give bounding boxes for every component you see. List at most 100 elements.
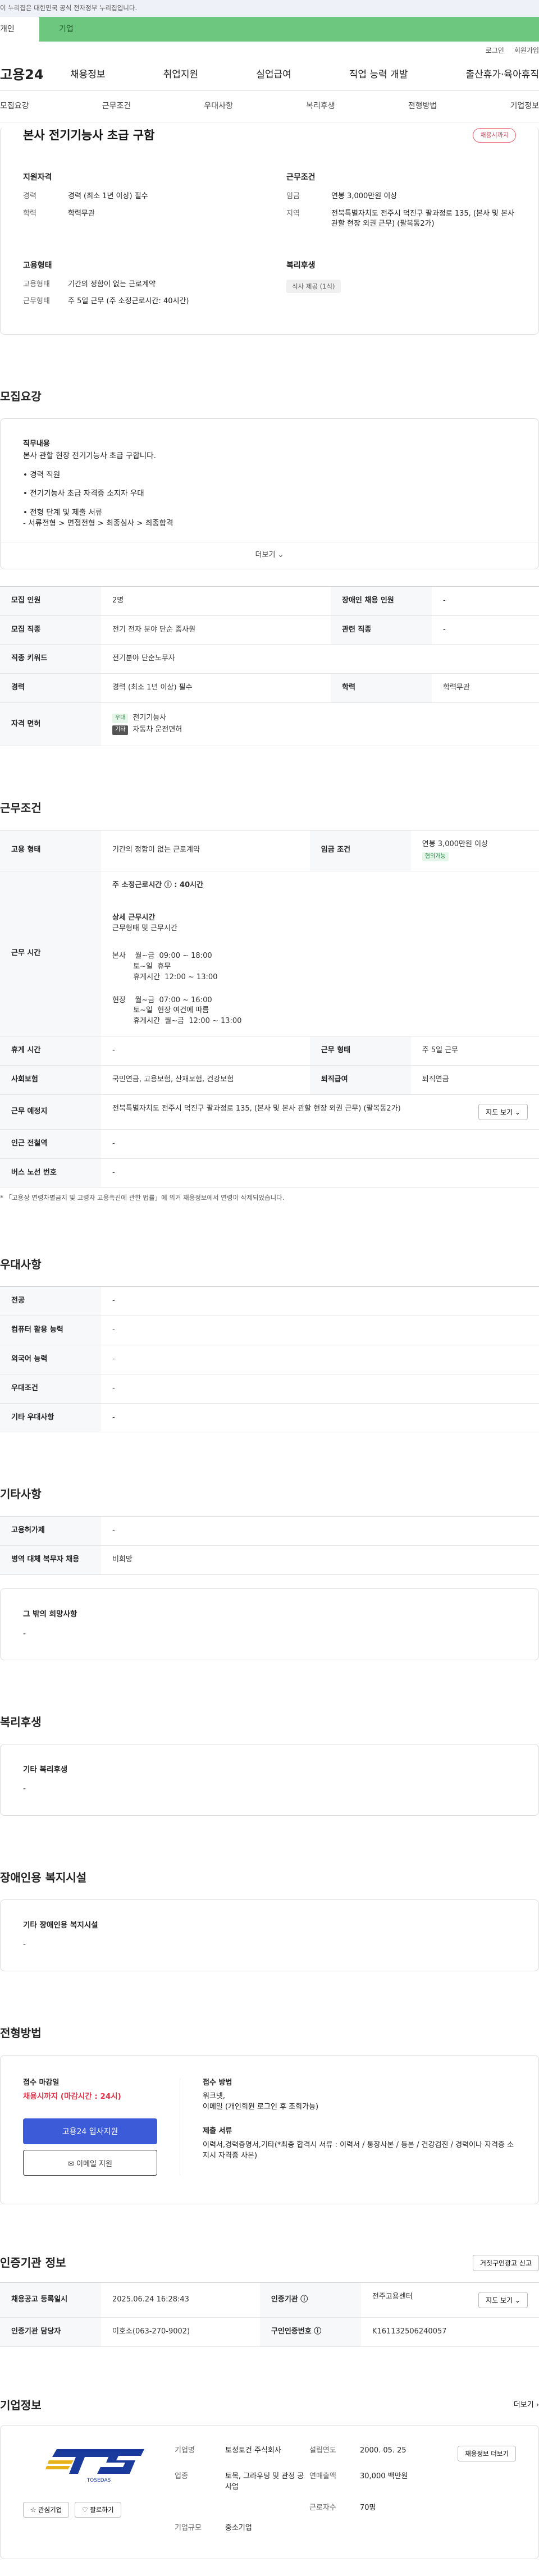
pref-table: 전공 - 컴퓨터 활용 능력 - 외국어 능력 - 우대조건 - 기타 우대사항 -: [0, 1286, 539, 1433]
section-nav-pref[interactable]: 우대사항: [204, 101, 233, 112]
menu-job-skills[interactable]: 직업 능력 개발: [349, 68, 408, 82]
table-row: 근무 시간 주 소정근로시간 ⓘ : 40시간 상세 근무시간 근무형태 및 근…: [0, 871, 539, 1037]
duty-line-1: • 경력 직원: [23, 470, 61, 479]
section-nav-work[interactable]: 근무조건: [102, 101, 131, 112]
headcount-value: 2명: [101, 586, 331, 616]
disabled-card: 기타 장애인용 복지시설 -: [0, 1899, 539, 1971]
table-row: 외국어 능력 -: [0, 1345, 539, 1374]
disabled-box-heading: 기타 장애인용 복지시설: [23, 1920, 98, 1930]
related-job-label: 관련 직종: [330, 615, 432, 645]
cert-no-label: 구인인증번호 ⓘ: [259, 2317, 361, 2347]
severance-value: 퇴직연금: [410, 1065, 539, 1095]
user-type-tabs: 개인 기업: [0, 17, 539, 42]
duty-line-2: • 전기기능사 초급 자격증 소지자 우대: [23, 489, 144, 499]
detail-line: 본사 월~금 09:00 ~ 18:00: [112, 952, 212, 961]
career-value: 경력 (최소 1년 이상) 필수: [101, 673, 331, 704]
online-apply-button[interactable]: 고용24 입사지원: [23, 2118, 157, 2145]
menu-employment-support[interactable]: 취업지원: [163, 68, 199, 82]
work-section-title: 근무조건: [0, 801, 42, 815]
table-row: 경력 경력 (최소 1년 이상) 필수 학력 학력무관: [0, 673, 539, 704]
signup-link[interactable]: 회원가입: [514, 46, 539, 60]
section-nav-apply[interactable]: 전형방법: [408, 101, 437, 112]
section-nav-company[interactable]: 기업정보: [510, 101, 539, 112]
table-row: 고용 형태 기간의 정함이 없는 근로계약 임금 조건 연봉 3,000만원 이…: [0, 830, 539, 871]
career-label: 경력: [0, 673, 101, 704]
menu-maternity-leave[interactable]: 출산휴가·육아휴직: [465, 68, 539, 82]
severance-label: 퇴직급여: [309, 1065, 411, 1095]
company-card: TOSEDAS ☆ 관심기업 ♡ 팔로하기 기업명 토성토건 주식회사 설립연도…: [0, 2424, 539, 2560]
report-fake-ad-button[interactable]: 거짓구인광고 신고: [472, 2255, 539, 2272]
summary-wage-label: 임금: [286, 191, 300, 200]
site-logo[interactable]: 고용24: [0, 65, 70, 85]
rest-value: -: [101, 1036, 310, 1066]
summary-wage-value: 연봉 3,000만원 이상: [331, 191, 398, 200]
work-table: 고용 형태 기간의 정함이 없는 근로계약 임금 조건 연봉 3,000만원 이…: [0, 829, 539, 1188]
table-row: 사회보험 국민연금, 고용보험, 산재보험, 건강보험 퇴직급여 퇴직연금: [0, 1065, 539, 1095]
sales-value: 30,000 백만원: [360, 2472, 408, 2481]
map-view-button[interactable]: 지도 보기 ⌄: [478, 1103, 528, 1120]
job-title: 본사 전기기능사 초급 구함: [23, 129, 155, 142]
cert-section-title: 인증기관 정보: [0, 2256, 66, 2270]
table-row: 전공 -: [0, 1286, 539, 1316]
major-value: -: [101, 1286, 539, 1316]
language-value: -: [101, 1345, 539, 1374]
apply-card: 접수 마감일 채용시까지 (마감시간 : 24시) 고용24 입사지원 ✉ 이메…: [0, 2054, 539, 2205]
cert-org-value: 전주고용센터: [372, 2292, 413, 2301]
welfare-card: 기타 복리후생 -: [0, 1743, 539, 1816]
tab-company[interactable]: 기업: [39, 17, 539, 42]
pref-etc-value: -: [101, 1403, 539, 1433]
cert-map-button[interactable]: 지도 보기 ⌄: [478, 2292, 528, 2309]
table-row: 고용허가제 -: [0, 1516, 539, 1546]
follow-company-button[interactable]: ♡ 팔로하기: [75, 2502, 121, 2518]
summary-edu-value: 학력무관: [68, 209, 95, 218]
company-more-link[interactable]: 더보기 ›: [514, 2400, 539, 2411]
apply-section-title: 전형방법: [0, 2026, 42, 2040]
rest-label: 휴게 시간: [0, 1036, 101, 1066]
hope-value: -: [23, 1629, 26, 1638]
detail-line: 휴게시간 12:00 ~ 13:00: [112, 972, 218, 981]
recruit-section-title: 모집요강: [0, 390, 42, 404]
reg-date-label: 채용공고 등록일시: [0, 2282, 101, 2318]
company-section-title: 기업정보: [0, 2398, 42, 2412]
docs-value: 이력서,경력증명서,기타(*최종 합격시 서류 : 이력서 / 통장사본 / 등…: [203, 2141, 514, 2160]
favorite-company-button[interactable]: ☆ 관심기업: [23, 2502, 70, 2518]
work-address-value: 전북특별자치도 전주시 덕진구 팔과정로 135, (본사 및 본사 관할 현장…: [112, 1104, 401, 1113]
keyword-value: 전기분야 단순노무자: [101, 644, 539, 674]
grid-spacer: [225, 2503, 309, 2514]
emp-type-value: 기간의 정함이 없는 근로계약: [101, 830, 310, 871]
license-value: 우대 전기기능사 기타 자동차 운전면허: [101, 702, 539, 746]
section-nav-welfare[interactable]: 복리후생: [306, 101, 335, 112]
pref-cond-value: -: [101, 1374, 539, 1404]
menu-unemployment-benefit[interactable]: 실업급여: [256, 68, 291, 82]
welfare-box-heading: 기타 복리후생: [23, 1765, 68, 1774]
tab-personal[interactable]: 개인: [0, 17, 39, 42]
grid-spacer: [175, 2503, 225, 2514]
menu-jobs[interactable]: 채용정보: [70, 68, 106, 82]
summary-hours-label: 근무형태: [23, 297, 50, 306]
company-logo-text: TOSEDAS: [86, 2478, 111, 2483]
duty-card: 직무내용 본사 관할 현장 전기기능사 초급 구합니다. • 경력 직원 • 전…: [0, 418, 539, 569]
section-nav-recruit[interactable]: 모집요강: [0, 101, 29, 112]
summary-career-label: 경력: [23, 191, 36, 200]
login-link[interactable]: 로그인: [486, 46, 504, 60]
qualification-heading: 지원자격: [23, 173, 52, 182]
edu-label: 학력: [330, 673, 432, 704]
pref-cond-label: 우대조건: [0, 1374, 101, 1404]
email-apply-button[interactable]: ✉ 이메일 지원: [23, 2150, 157, 2176]
military-label: 병역 대체 복무자 채용: [0, 1545, 101, 1575]
wage-negotiable-tag: 협의가능: [422, 852, 449, 862]
size-value: 중소기업: [225, 2524, 252, 2533]
company-jobs-button[interactable]: 채용정보 더보기: [458, 2445, 516, 2461]
age-notice: * 「고용상 연령차별금지 및 고령자 고용촉진에 관한 법률」에 의거 채용정…: [0, 1194, 285, 1202]
military-value: 비희망: [101, 1545, 539, 1575]
apply-right: 접수 방법 워크넷, 이메일 (개인회원 로그인 후 조회가능) 제출 서류 이…: [180, 2078, 516, 2176]
summary-hours-value: 주 5일 근무 (주 소정근로시간: 40시간): [68, 297, 189, 306]
global-nav: 고용24 채용정보 취업지원 실업급여 직업 능력 개발 출산휴가·육아휴직: [0, 60, 539, 91]
permit-value: -: [101, 1516, 539, 1546]
subway-label: 인근 전철역: [0, 1129, 101, 1159]
detail-hours-title: 상세 근무시간: [112, 914, 156, 922]
table-row: 휴게 시간 - 근무 형태 주 5일 근무: [0, 1036, 539, 1066]
work-time-cell: 주 소정근로시간 ⓘ : 40시간 상세 근무시간 근무형태 및 근무시간 본사…: [101, 871, 539, 1037]
pref-etc-label: 기타 우대사항: [0, 1403, 101, 1433]
more-button[interactable]: 더보기 ⌄: [1, 541, 538, 569]
